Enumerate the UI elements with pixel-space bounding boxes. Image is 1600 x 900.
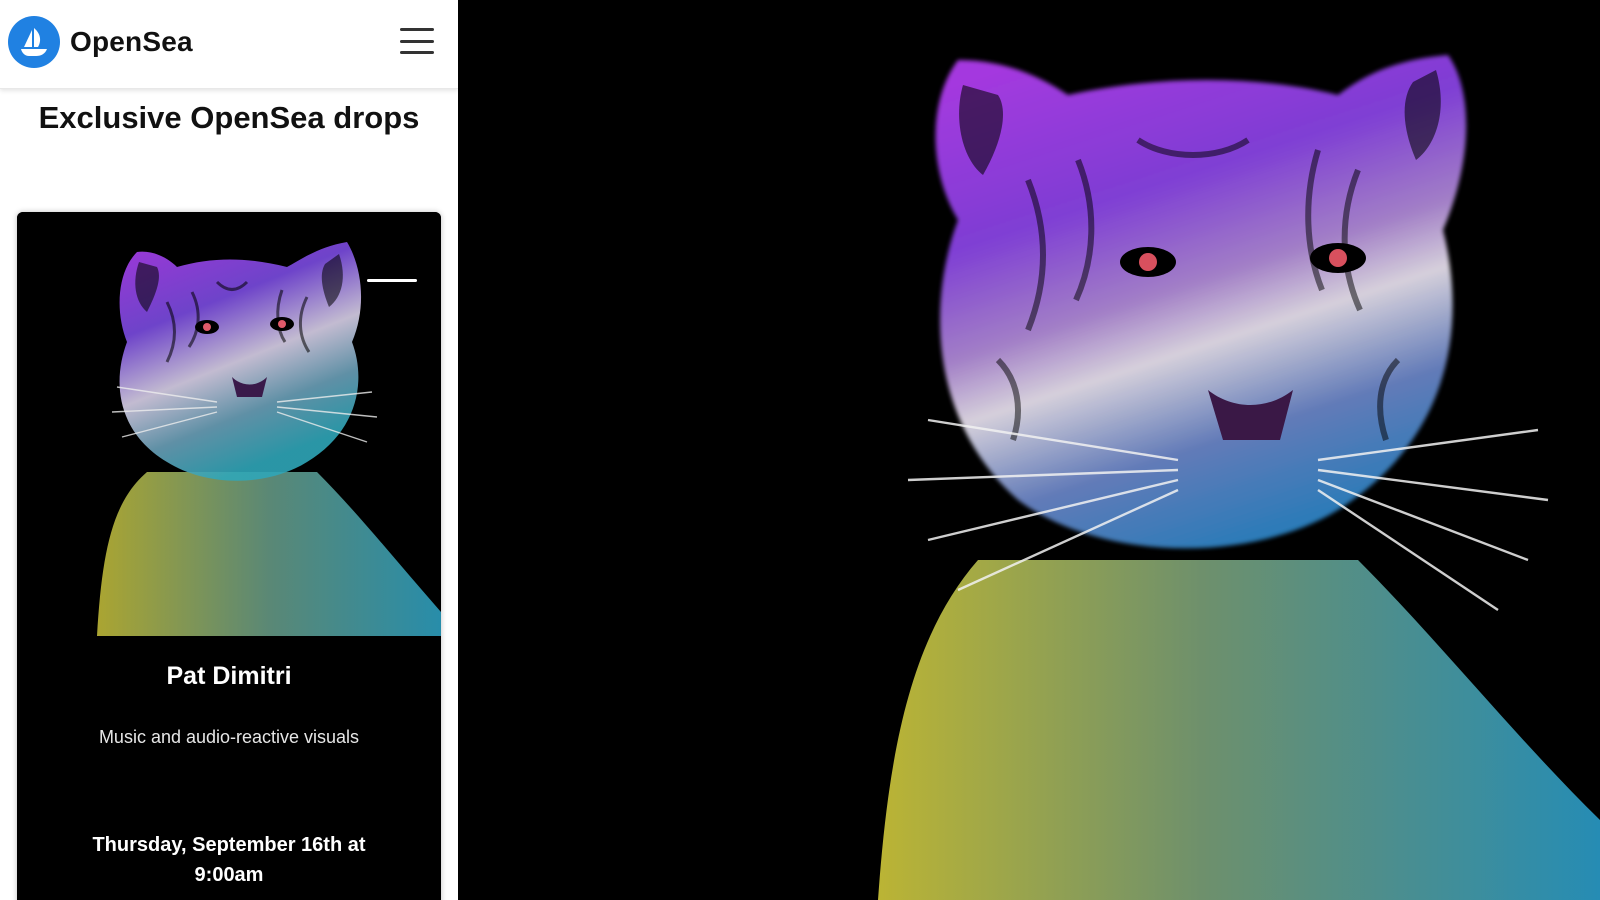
drop-card[interactable]: Pat Dimitri Music and audio-reactive vis…: [17, 212, 441, 900]
artwork-preview: [458, 0, 1600, 900]
drop-artist: Pat Dimitri: [166, 662, 292, 690]
brand-name: OpenSea: [70, 26, 193, 57]
page-title: Exclusive OpenSea drops: [38, 100, 420, 135]
mobile-view: OpenSea Exclusive OpenSea drops Pat Dimi…: [0, 0, 458, 900]
progress-indicator: [367, 279, 417, 282]
opensea-logo[interactable]: OpenSea: [8, 16, 193, 68]
neon-tiger-artwork-large: [458, 0, 1600, 900]
top-navigation-bar: OpenSea: [0, 0, 458, 89]
hamburger-menu-icon[interactable]: [400, 28, 434, 54]
neon-tiger-artwork[interactable]: [17, 212, 441, 636]
drop-description: Music and audio-reactive visuals: [98, 727, 360, 747]
page: OpenSea Exclusive OpenSea drops Pat Dimi…: [0, 0, 1600, 900]
drop-date: Thursday, September 16th at 9:00am: [92, 834, 366, 886]
sailboat-icon: [8, 16, 60, 68]
